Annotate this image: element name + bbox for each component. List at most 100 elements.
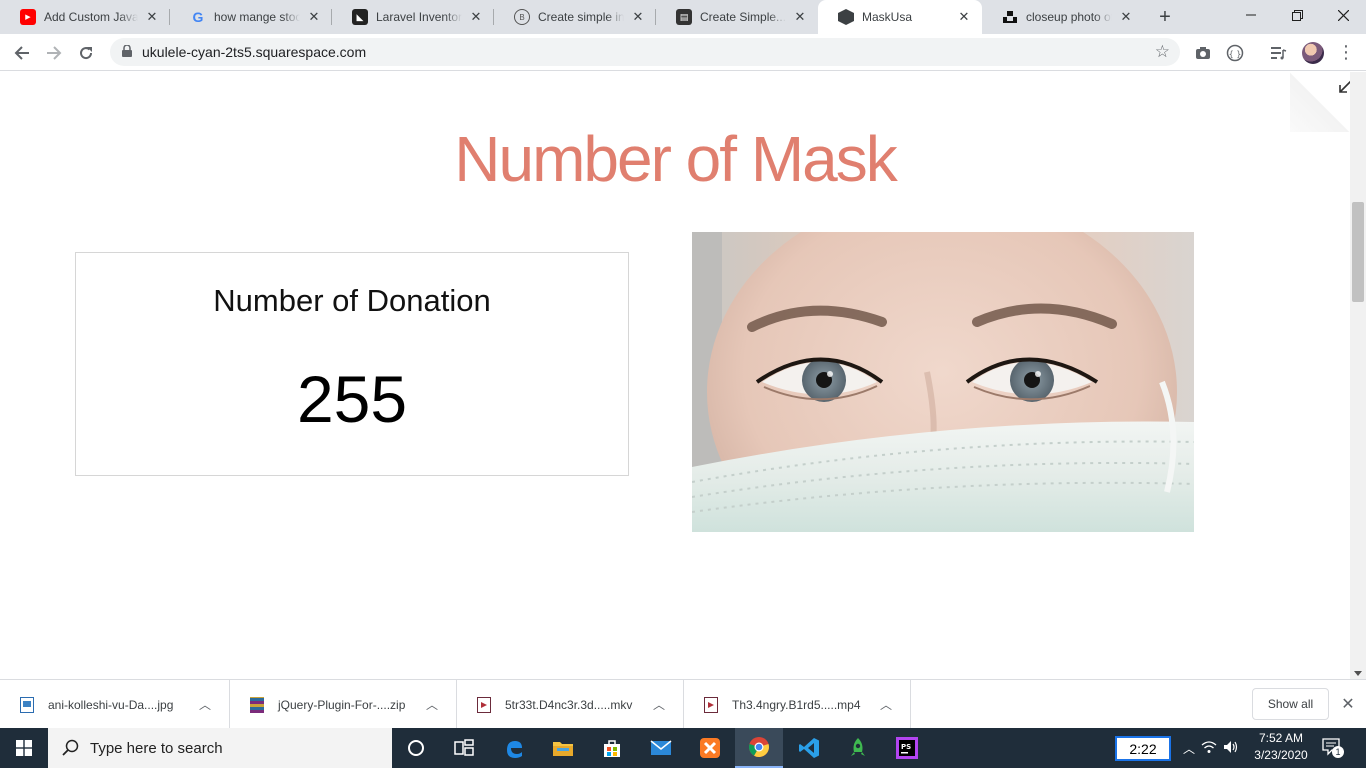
chrome-app[interactable] <box>735 728 783 768</box>
chevron-up-icon[interactable]: ︿ <box>649 696 669 713</box>
vscode-app[interactable] <box>785 728 833 768</box>
google-icon: G <box>192 9 204 25</box>
microsoft-store-app[interactable] <box>588 728 636 768</box>
restore-button[interactable] <box>1274 0 1320 30</box>
arrow-left-icon <box>14 46 29 60</box>
svg-text:{ }: { } <box>1229 50 1242 59</box>
rocket-app[interactable] <box>834 728 882 768</box>
video-file-icon <box>704 696 718 713</box>
tab-add-custom-javascript[interactable]: ▶ Add Custom JavaScript ✕ <box>0 0 170 34</box>
tab-title: how mange stock <box>214 10 300 24</box>
network-icon[interactable] <box>1198 740 1220 757</box>
tab-create-simple-inventory[interactable]: B Create simple inventory ✕ <box>494 0 656 34</box>
timer-widget[interactable]: 2:22 <box>1115 736 1171 761</box>
tab-title: Create simple inventory <box>538 10 624 24</box>
system-clock[interactable]: 7:52 AM 3/23/2020 <box>1248 730 1314 764</box>
show-all-downloads-button[interactable]: Show all <box>1252 688 1329 720</box>
laravel-icon: ◣ <box>352 9 368 25</box>
store-icon <box>604 740 620 757</box>
downloads-bar: ani-kolleshi-vu-Da....jpg ︿ jQuery-Plugi… <box>0 679 1366 729</box>
tab-how-mange-stock[interactable]: G how mange stock ✕ <box>170 0 332 34</box>
arrow-right-icon <box>47 46 62 60</box>
minimize-icon <box>1246 14 1256 16</box>
download-item[interactable]: Th3.4ngry.B1rd5.....mp4 ︿ <box>684 680 911 729</box>
close-tab-icon[interactable]: ✕ <box>468 9 484 25</box>
youtube-icon: ▶ <box>20 9 36 25</box>
lock-icon <box>122 45 132 57</box>
xampp-app[interactable] <box>686 728 734 768</box>
tab-title: MaskUsa <box>862 10 913 24</box>
tab-title: Add Custom JavaScript <box>44 10 138 24</box>
clock-date: 3/23/2020 <box>1254 748 1308 762</box>
mail-app[interactable] <box>637 728 685 768</box>
chevron-up-icon[interactable]: ︿ <box>195 696 215 713</box>
tab-closeup-photo[interactable]: closeup photo of woman ✕ <box>982 0 1144 34</box>
close-tab-icon[interactable]: ✕ <box>956 9 972 25</box>
page-content: Number of Mask Number of Donation 255 <box>0 72 1350 679</box>
action-center-button[interactable]: 1 <box>1322 738 1344 758</box>
close-icon <box>1337 9 1349 21</box>
reload-button[interactable] <box>72 39 100 67</box>
phpstorm-icon: PS <box>896 737 918 759</box>
close-tab-icon[interactable]: ✕ <box>1118 9 1134 25</box>
close-downloads-icon[interactable]: ✕ <box>1338 694 1358 714</box>
scroll-down-arrow-icon[interactable] <box>1354 671 1362 676</box>
book-icon: ▤ <box>676 9 692 25</box>
cortana-icon <box>408 740 424 756</box>
task-view-button[interactable] <box>440 728 488 768</box>
taskbar-search-box[interactable]: Type here to search <box>48 728 392 768</box>
download-item[interactable]: jQuery-Plugin-For-....zip ︿ <box>230 680 457 729</box>
clock-time: 7:52 AM <box>1258 731 1304 745</box>
download-item[interactable]: ani-kolleshi-vu-Da....jpg ︿ <box>0 680 230 729</box>
chevron-up-icon[interactable]: ︿ <box>876 696 896 713</box>
browser-menu-icon[interactable]: ⋮ <box>1336 42 1356 62</box>
camera-extension-icon[interactable] <box>1193 43 1213 63</box>
download-filename: 5tr33t.D4nc3r.3d.....mkv <box>505 697 633 712</box>
cortana-button[interactable] <box>392 728 440 768</box>
chrome-icon <box>749 737 769 758</box>
show-hidden-icons-chevron-icon[interactable]: ︿ <box>1180 740 1198 757</box>
svg-text:PS: PS <box>901 743 911 751</box>
video-file-icon <box>477 696 491 713</box>
chevron-up-icon[interactable]: ︿ <box>422 696 442 713</box>
mail-icon <box>650 740 672 755</box>
xampp-icon <box>700 738 720 758</box>
page-heading: Number of Mask <box>454 123 897 195</box>
image-file-icon <box>20 696 34 713</box>
minimize-button[interactable] <box>1228 0 1274 30</box>
back-button[interactable] <box>8 39 36 67</box>
tab-maskusa[interactable]: MaskUsa ✕ <box>818 0 982 34</box>
media-controls-icon[interactable] <box>1269 43 1289 63</box>
tab-title: Create Simple... by <box>700 10 786 24</box>
close-tab-icon[interactable]: ✕ <box>144 9 160 25</box>
close-tab-icon[interactable]: ✕ <box>630 9 646 25</box>
close-tab-icon[interactable]: ✕ <box>792 9 808 25</box>
download-filename: jQuery-Plugin-For-....zip <box>278 697 406 712</box>
download-item[interactable]: 5tr33t.D4nc3r.3d.....mkv ︿ <box>457 680 684 729</box>
site-icon: B <box>514 9 530 25</box>
phpstorm-app[interactable]: PS <box>883 728 931 768</box>
tab-laravel-inventory[interactable]: ◣ Laravel Inventory Management ✕ <box>332 0 494 34</box>
volume-icon[interactable] <box>1220 740 1242 757</box>
file-explorer-app[interactable] <box>539 728 587 768</box>
mask-photo <box>692 232 1194 532</box>
donation-count: 255 <box>296 362 408 436</box>
download-filename: ani-kolleshi-vu-Da....jpg <box>48 697 174 712</box>
edge-app[interactable] <box>490 728 538 768</box>
tab-create-simple-by[interactable]: ▤ Create Simple... by ✕ <box>656 0 818 34</box>
profile-avatar[interactable] <box>1302 42 1324 64</box>
start-button[interactable] <box>0 728 48 768</box>
new-tab-button[interactable]: + <box>1153 5 1177 29</box>
address-bar[interactable]: ukulele-cyan-2ts5.squarespace.com ☆ <box>110 38 1180 66</box>
close-window-button[interactable] <box>1320 0 1366 30</box>
task-view-icon <box>454 739 474 756</box>
close-tab-icon[interactable]: ✕ <box>306 9 322 25</box>
zip-file-icon <box>250 696 264 713</box>
tab-strip: ▶ Add Custom JavaScript ✕ G how mange st… <box>0 0 1366 34</box>
donation-label: Number of Donation <box>213 283 491 318</box>
page-scrollbar[interactable] <box>1350 72 1366 679</box>
forward-button[interactable] <box>40 39 68 67</box>
bookmark-star-icon[interactable]: ☆ <box>1155 42 1170 62</box>
scrollbar-thumb[interactable] <box>1352 202 1364 302</box>
extension-icon[interactable]: { } <box>1225 43 1245 63</box>
